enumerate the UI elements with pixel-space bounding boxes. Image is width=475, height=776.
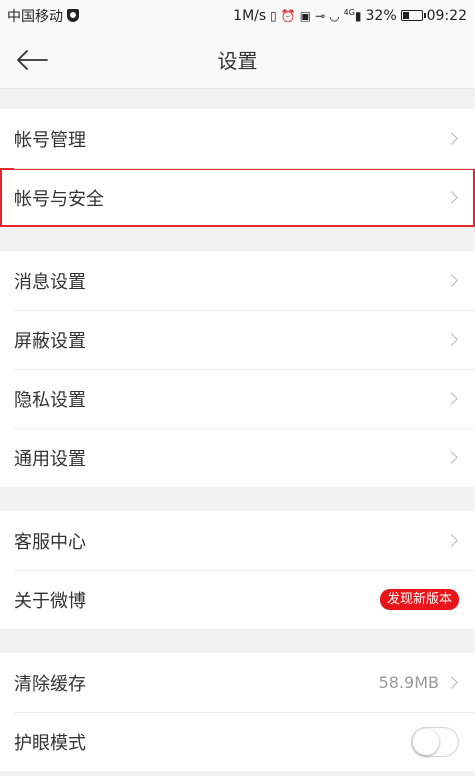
chevron-right-icon [445,333,458,346]
item-label: 屏蔽设置 [14,330,86,352]
general-settings-item[interactable]: 通用设置 [0,428,475,487]
about-weibo-item[interactable]: 关于微博 发现新版本 [0,570,475,629]
settings-group: 消息设置 屏蔽设置 隐私设置 通用设置 [0,251,475,487]
item-label: 通用设置 [14,448,86,470]
chevron-right-icon [445,132,458,145]
network-speed: 1M/s [233,7,267,24]
vibrate-icon: ▯ [270,8,277,23]
key-icon: ⊸ [315,8,326,23]
header: 设置 [0,31,475,89]
account-security-item[interactable]: 帐号与安全 [0,168,475,227]
misc-group: 清除缓存 58.9MB 护眼模式 [0,653,475,771]
chevron-right-icon [445,392,458,405]
item-label: 消息设置 [14,271,86,293]
item-label: 客服中心 [14,531,86,553]
chevron-right-icon [445,676,458,689]
chevron-right-icon [445,534,458,547]
back-button[interactable] [14,45,50,75]
status-bar: 中国移动 1M/s ▯ ⏰ ▣ ⊸ ◡ 4G▮ 32% 09:22 [0,0,475,31]
section-gap [0,629,475,653]
account-management-item[interactable]: 帐号管理 [0,109,475,168]
chevron-right-icon [445,191,458,204]
clear-cache-item[interactable]: 清除缓存 58.9MB [0,653,475,712]
block-settings-item[interactable]: 屏蔽设置 [0,310,475,369]
item-label: 关于微博 [14,590,86,612]
item-label: 护眼模式 [14,732,86,754]
section-gap [0,487,475,511]
eye-protection-item: 护眼模式 [0,712,475,771]
message-settings-item[interactable]: 消息设置 [0,251,475,310]
section-gap [0,89,475,109]
alarm-icon: ⏰ [280,8,296,23]
item-label: 清除缓存 [14,673,86,695]
carrier-label: 中国移动 [7,8,63,25]
help-group: 客服中心 关于微博 发现新版本 [0,511,475,629]
battery-icon [400,10,426,21]
page-title: 设置 [217,49,258,73]
item-label: 帐号与安全 [14,188,104,210]
cache-size: 58.9MB [378,673,439,692]
privacy-settings-item[interactable]: 隐私设置 [0,369,475,428]
signal-icon: 4G▮ [343,8,362,23]
shield-icon [67,9,79,22]
new-version-badge: 发现新版本 [379,588,459,611]
item-label: 隐私设置 [14,389,86,411]
eye-protection-toggle[interactable] [411,726,459,757]
toggle-knob [413,728,439,755]
item-label: 帐号管理 [14,129,86,151]
hd-icon: ▣ [299,8,312,23]
chevron-right-icon [445,274,458,287]
chevron-right-icon [445,451,458,464]
section-gap [0,227,475,251]
back-arrow-icon [17,50,48,70]
account-group: 帐号管理 帐号与安全 [0,109,475,227]
customer-service-item[interactable]: 客服中心 [0,511,475,570]
battery-percent: 32% [365,7,397,24]
clock: 09:22 [426,7,467,24]
wifi-icon: ◡ [329,8,340,23]
